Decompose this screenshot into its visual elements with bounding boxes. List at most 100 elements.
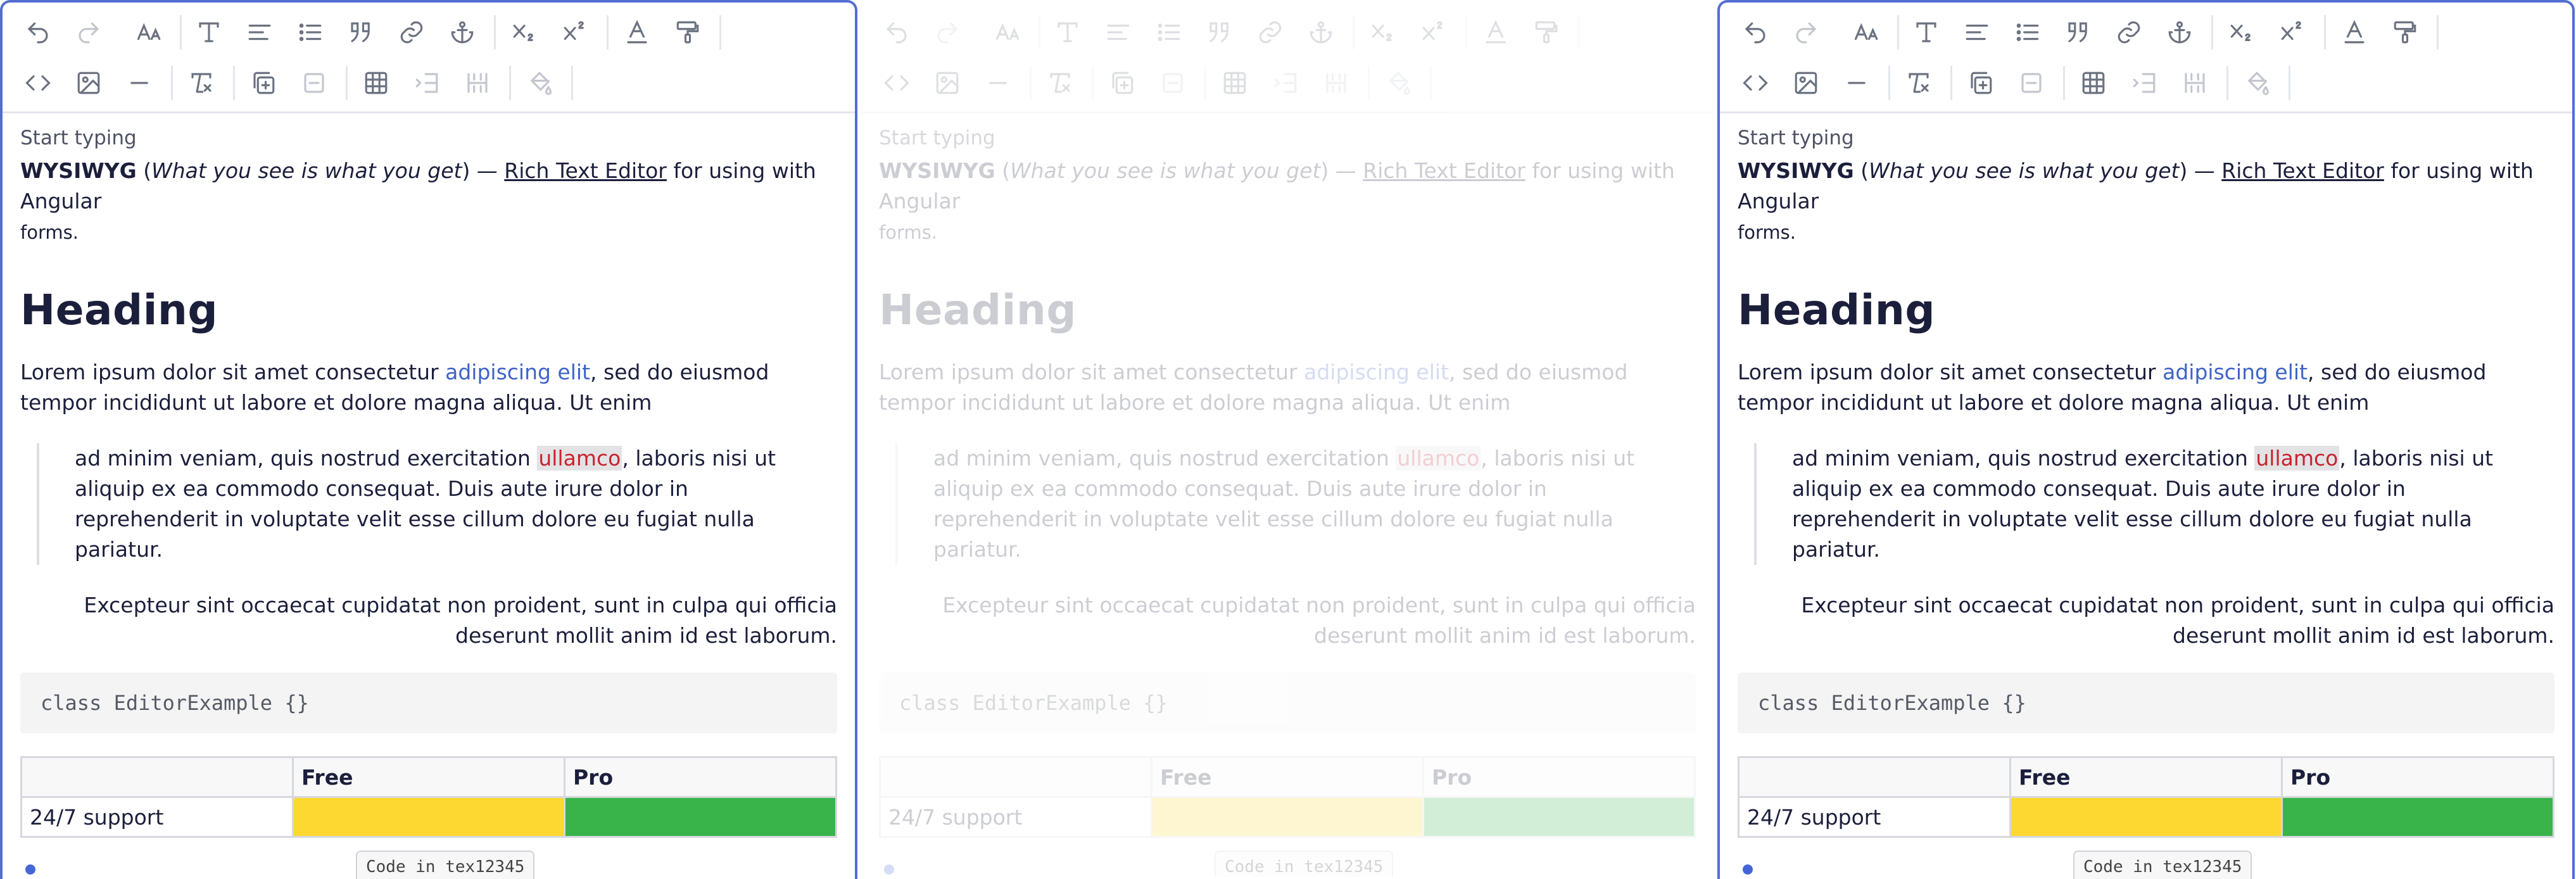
quote-icon[interactable] xyxy=(1199,12,1240,53)
quote-icon[interactable] xyxy=(341,12,381,53)
clear-format-icon[interactable] xyxy=(1040,63,1080,103)
right-aligned-paragraph: Excepteur sint occaecat cupidatat non pr… xyxy=(1801,593,2554,648)
table-icon[interactable] xyxy=(2073,63,2114,103)
paint-roller-icon[interactable] xyxy=(1526,12,1567,53)
table-row-icon[interactable] xyxy=(1265,63,1306,103)
table-header-cell[interactable] xyxy=(20,756,294,798)
table-header-free[interactable]: Free xyxy=(292,756,565,798)
fill-color-icon[interactable] xyxy=(2237,63,2277,103)
font-size-icon[interactable] xyxy=(1847,12,1887,53)
editor-disabled[interactable]: Start typing WYSIWYG (What you see is wh… xyxy=(859,0,1716,879)
table-cell-support[interactable]: 24/7 support xyxy=(20,796,294,838)
table-cells-icon[interactable] xyxy=(1316,63,1356,103)
link-icon[interactable] xyxy=(2109,12,2149,53)
subscript-icon[interactable] xyxy=(2221,12,2262,53)
text-style-icon[interactable] xyxy=(1906,12,1947,53)
resize-dot-icon[interactable] xyxy=(884,864,894,875)
undo-icon[interactable] xyxy=(18,12,58,53)
text-color-icon[interactable] xyxy=(2334,12,2375,53)
table-cell-support[interactable]: 24/7 support xyxy=(1738,796,2011,838)
undo-icon[interactable] xyxy=(1735,12,1776,53)
remove-icon[interactable] xyxy=(294,63,334,103)
image-icon[interactable] xyxy=(1786,63,1826,103)
table-cells-icon[interactable] xyxy=(2175,63,2215,103)
table-cell-free[interactable] xyxy=(2009,796,2283,838)
text-style-icon[interactable] xyxy=(189,12,229,53)
code-icon[interactable] xyxy=(1735,63,1776,103)
anchor-icon[interactable] xyxy=(1301,12,1341,53)
insert-table-icon[interactable] xyxy=(1960,63,2001,103)
table-cell-pro[interactable] xyxy=(2281,796,2554,838)
quote-icon[interactable] xyxy=(2058,12,2099,53)
clear-format-icon[interactable] xyxy=(1898,63,1939,103)
superscript-icon[interactable] xyxy=(555,12,595,53)
remove-icon[interactable] xyxy=(2011,63,2052,103)
table-row-icon[interactable] xyxy=(2124,63,2164,103)
table-header-free[interactable]: Free xyxy=(2009,756,2283,798)
insert-table-icon[interactable] xyxy=(243,63,284,103)
list-icon[interactable] xyxy=(1149,12,1189,53)
align-icon[interactable] xyxy=(239,12,280,53)
table-header-pro[interactable]: Pro xyxy=(564,756,837,798)
list-icon[interactable] xyxy=(2007,12,2048,53)
text-color-icon[interactable] xyxy=(1475,12,1516,53)
align-icon[interactable] xyxy=(1098,12,1139,53)
font-size-icon[interactable] xyxy=(988,12,1028,53)
horizontal-rule-icon[interactable] xyxy=(1836,63,1877,103)
anchor-icon[interactable] xyxy=(442,12,483,53)
align-icon[interactable] xyxy=(1957,12,1997,53)
subscript-icon[interactable] xyxy=(504,12,545,53)
link-icon[interactable] xyxy=(1250,12,1291,53)
table-cell-pro[interactable] xyxy=(564,796,837,838)
font-size-icon[interactable] xyxy=(129,12,170,53)
text-style-icon[interactable] xyxy=(1047,12,1088,53)
paint-roller-icon[interactable] xyxy=(667,12,708,53)
table-header-free[interactable]: Free xyxy=(1151,756,1424,798)
editor-content[interactable]: Start typing WYSIWYG (What you see is wh… xyxy=(1738,127,2554,879)
paint-roller-icon[interactable] xyxy=(2385,12,2425,53)
editor-content[interactable]: Start typing WYSIWYG (What you see is wh… xyxy=(20,127,837,879)
table-header-pro[interactable]: Pro xyxy=(1422,756,1696,798)
table-icon[interactable] xyxy=(356,63,396,103)
link-icon[interactable] xyxy=(391,12,432,53)
code-icon[interactable] xyxy=(18,63,58,103)
resize-dot-icon[interactable] xyxy=(1743,864,1753,875)
horizontal-rule-icon[interactable] xyxy=(119,63,160,103)
fill-color-icon[interactable] xyxy=(1378,63,1418,103)
table-cell-support[interactable]: 24/7 support xyxy=(879,796,1152,838)
table-row-icon[interactable] xyxy=(407,63,447,103)
redo-icon[interactable] xyxy=(927,12,968,53)
image-icon[interactable] xyxy=(68,63,109,103)
subscript-icon[interactable] xyxy=(1363,12,1403,53)
clear-format-icon[interactable] xyxy=(181,63,222,103)
redo-icon[interactable] xyxy=(1786,12,1826,53)
table-header-cell[interactable] xyxy=(879,756,1152,798)
editor-focused-2[interactable]: Start typing WYSIWYG (What you see is wh… xyxy=(1717,0,2575,879)
text-color-icon[interactable] xyxy=(617,12,657,53)
remove-icon[interactable] xyxy=(1152,63,1193,103)
editor-focused[interactable]: Start typing WYSIWYG (What you see is wh… xyxy=(0,0,857,879)
list-icon[interactable] xyxy=(290,12,331,53)
superscript-icon[interactable] xyxy=(1413,12,1454,53)
code-icon[interactable] xyxy=(876,63,917,103)
anchor-icon[interactable] xyxy=(2159,12,2200,53)
para-link[interactable]: adipiscing elit xyxy=(445,360,590,384)
table-cell-free[interactable] xyxy=(292,796,565,838)
horizontal-rule-icon[interactable] xyxy=(978,63,1018,103)
superscript-icon[interactable] xyxy=(2272,12,2313,53)
para-link[interactable]: adipiscing elit xyxy=(2162,360,2308,384)
editor-content[interactable]: Start typing WYSIWYG (What you see is wh… xyxy=(879,127,1696,876)
insert-table-icon[interactable] xyxy=(1102,63,1142,103)
table-header-pro[interactable]: Pro xyxy=(2281,756,2554,798)
redo-icon[interactable] xyxy=(68,12,109,53)
table-cell-pro[interactable] xyxy=(1422,796,1696,838)
table-cells-icon[interactable] xyxy=(457,63,498,103)
table-cell-free[interactable] xyxy=(1151,796,1424,838)
para-link[interactable]: adipiscing elit xyxy=(1304,360,1449,384)
resize-dot-icon[interactable] xyxy=(25,864,35,875)
table-header-cell[interactable] xyxy=(1738,756,2011,798)
fill-color-icon[interactable] xyxy=(519,63,560,103)
image-icon[interactable] xyxy=(927,63,968,103)
table-icon[interactable] xyxy=(1215,63,1255,103)
undo-icon[interactable] xyxy=(876,12,917,53)
